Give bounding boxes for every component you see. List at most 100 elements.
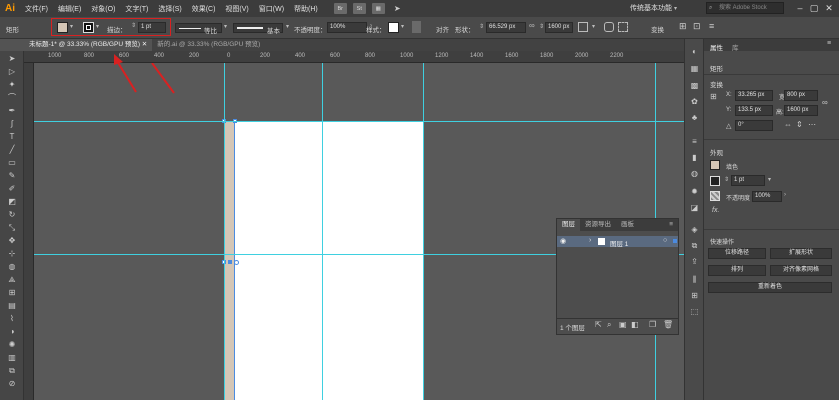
mesh-tool-icon[interactable]: ⊞ bbox=[7, 288, 17, 298]
tab-layers[interactable]: 图层 bbox=[557, 219, 580, 231]
opacity-input[interactable]: 100% bbox=[752, 191, 782, 202]
brush-dropdown-icon[interactable]: ▾ bbox=[286, 23, 289, 30]
eyedropper-tool-icon[interactable]: ⌇ bbox=[7, 314, 17, 324]
menu-select[interactable]: 选择(S) bbox=[153, 4, 186, 14]
stroke-dropdown-icon[interactable]: ▾ bbox=[96, 23, 99, 30]
stock-search-input[interactable]: ⌕ 搜索 Adobe Stock bbox=[706, 2, 784, 14]
stroke-weight-input[interactable]: 1 pt bbox=[731, 175, 765, 186]
bridge-icon[interactable]: Br bbox=[333, 3, 347, 14]
tab-properties[interactable]: 属性 bbox=[710, 42, 723, 52]
shaper-tool-icon[interactable]: ✐ bbox=[7, 184, 17, 194]
menu-object[interactable]: 对象(O) bbox=[86, 4, 120, 14]
minimize-button[interactable]: – bbox=[794, 2, 806, 14]
menu-type[interactable]: 文字(T) bbox=[120, 4, 153, 14]
expand-icon[interactable]: › bbox=[589, 237, 591, 244]
fill-swatch[interactable] bbox=[57, 22, 68, 33]
guide-vertical[interactable] bbox=[423, 63, 424, 400]
stroke-stepper-icon[interactable]: ⇕ bbox=[131, 22, 136, 29]
tab-asset-export[interactable]: 资源导出 bbox=[580, 219, 616, 231]
artboard[interactable] bbox=[224, 121, 424, 400]
menu-file[interactable]: 文件(F) bbox=[20, 4, 53, 14]
brushes-icon[interactable]: ✿ bbox=[689, 97, 700, 107]
new-sublayer-icon[interactable]: ◧ bbox=[631, 320, 639, 329]
stroke-weight-input[interactable]: 1 pt bbox=[138, 22, 166, 33]
panel-menu-icon[interactable]: ≡ bbox=[709, 21, 714, 31]
offset-path-button[interactable]: 位移路径 bbox=[708, 248, 766, 259]
angle-input[interactable]: 0° bbox=[735, 120, 773, 131]
magic-wand-tool-icon[interactable]: ✦ bbox=[7, 80, 17, 90]
gradient-icon[interactable]: ▮ bbox=[689, 153, 700, 163]
eye-icon[interactable]: ◉ bbox=[560, 237, 566, 245]
align-to-pixel-grid-button[interactable]: 对齐像素网格 bbox=[770, 265, 832, 276]
stroke-profile-select[interactable]: 等比 bbox=[175, 23, 222, 35]
graphic-styles-icon[interactable]: ◪ bbox=[689, 203, 700, 213]
menu-effect[interactable]: 效果(C) bbox=[187, 4, 221, 14]
opacity-icon[interactable] bbox=[710, 191, 720, 201]
puppet-warp-tool-icon[interactable]: ✥ bbox=[7, 236, 17, 246]
gradient-tool-icon[interactable]: ▤ bbox=[7, 301, 17, 311]
guide-vertical[interactable] bbox=[322, 63, 323, 400]
stroke-dropdown-icon[interactable]: ▾ bbox=[768, 176, 771, 183]
workspace-switcher[interactable]: 传统基本功能 ▾ bbox=[630, 3, 677, 13]
menu-window[interactable]: 窗口(W) bbox=[254, 4, 289, 14]
corner-icon[interactable] bbox=[578, 22, 588, 32]
symbols-icon[interactable]: ♣ bbox=[689, 113, 700, 123]
asset-export-icon[interactable]: ⇪ bbox=[689, 257, 700, 267]
color-icon[interactable]: ◐ bbox=[689, 47, 700, 57]
flip-horizontal-icon[interactable]: ⇔ bbox=[784, 120, 792, 129]
corner-type-icon[interactable] bbox=[604, 22, 614, 32]
h-input[interactable]: 1600 px bbox=[784, 105, 818, 116]
symbol-sprayer-tool-icon[interactable]: ✺ bbox=[7, 340, 17, 350]
scale-tool-icon[interactable]: ⤡ bbox=[7, 223, 17, 233]
shape-builder-tool-icon[interactable]: ◍ bbox=[7, 262, 17, 272]
graph-tool-icon[interactable]: ▥ bbox=[7, 353, 17, 363]
w-input[interactable]: 800 px bbox=[784, 90, 818, 101]
pathfinder-icon[interactable]: ⊞ bbox=[689, 291, 700, 301]
eraser-tool-icon[interactable]: ◩ bbox=[7, 197, 17, 207]
more-shape-options-icon[interactable] bbox=[618, 22, 628, 32]
stock-icon[interactable]: St bbox=[352, 3, 366, 14]
arrange-button[interactable]: 排列 bbox=[708, 265, 766, 276]
link-icon[interactable]: ∞ bbox=[529, 21, 535, 30]
selection-tool-icon[interactable]: ➤ bbox=[7, 54, 17, 64]
constrain-proportions-icon[interactable]: ∞ bbox=[822, 98, 828, 107]
locate-object-icon[interactable]: ⌕ bbox=[607, 320, 611, 330]
type-tool-icon[interactable]: T bbox=[7, 132, 17, 142]
corner-widget[interactable] bbox=[234, 260, 239, 265]
fill-dropdown-icon[interactable]: ▾ bbox=[70, 23, 73, 30]
layer-name[interactable]: 图层 1 bbox=[610, 238, 628, 248]
swatches-icon[interactable]: ▩ bbox=[689, 81, 700, 91]
curvature-tool-icon[interactable]: ∫ bbox=[7, 119, 17, 129]
maximize-button[interactable]: ▢ bbox=[808, 2, 820, 14]
clipping-mask-icon[interactable]: ▣ bbox=[619, 320, 627, 329]
transparency-icon[interactable]: ◍ bbox=[689, 169, 700, 179]
rotate-icon[interactable]: △ bbox=[726, 122, 731, 130]
menu-view[interactable]: 视图(V) bbox=[220, 4, 253, 14]
artboard-tool-icon[interactable]: ⧉ bbox=[7, 366, 17, 376]
rotate-tool-icon[interactable]: ↻ bbox=[7, 210, 17, 220]
panel-menu-icon[interactable]: ≡ bbox=[664, 219, 678, 231]
opacity-input[interactable]: 100% bbox=[327, 22, 367, 33]
fill-swatch[interactable] bbox=[710, 160, 720, 170]
tab-libraries[interactable]: 库 bbox=[732, 42, 739, 52]
menu-edit[interactable]: 编辑(E) bbox=[53, 4, 86, 14]
lasso-tool-icon[interactable]: ⌒ bbox=[7, 93, 17, 103]
line-tool-icon[interactable]: ╱ bbox=[7, 145, 17, 155]
expand-shape-button[interactable]: 扩展形状 bbox=[770, 248, 832, 259]
close-button[interactable]: ✕ bbox=[823, 2, 835, 14]
tab-artboards[interactable]: 画板 bbox=[616, 219, 639, 231]
shape-width-input[interactable]: 66.529 px bbox=[486, 22, 526, 33]
target-icon[interactable]: ○ bbox=[663, 237, 667, 244]
arrange-icon[interactable]: ⊡ bbox=[693, 21, 701, 32]
stroke-swatch[interactable] bbox=[710, 176, 720, 186]
align-icon[interactable]: ⫼ bbox=[689, 275, 700, 285]
layer-row[interactable]: ◉ › 图层 1 ○ bbox=[557, 236, 678, 248]
perspective-grid-tool-icon[interactable]: ⟁ bbox=[7, 275, 17, 285]
tab-untitled-1[interactable]: 未标题-1* @ 33.33% (RGB/GPU 预览) ✕ bbox=[24, 39, 153, 51]
send-icon[interactable]: ➤ bbox=[391, 3, 404, 14]
stroke-icon[interactable]: ≡ bbox=[689, 137, 700, 147]
layers-icon[interactable]: ◈ bbox=[689, 225, 700, 235]
export-icon[interactable]: ⇱ bbox=[595, 320, 602, 329]
height-stepper-icon[interactable]: ⇕ bbox=[539, 23, 544, 30]
flip-vertical-icon[interactable]: ⇕ bbox=[796, 120, 803, 129]
